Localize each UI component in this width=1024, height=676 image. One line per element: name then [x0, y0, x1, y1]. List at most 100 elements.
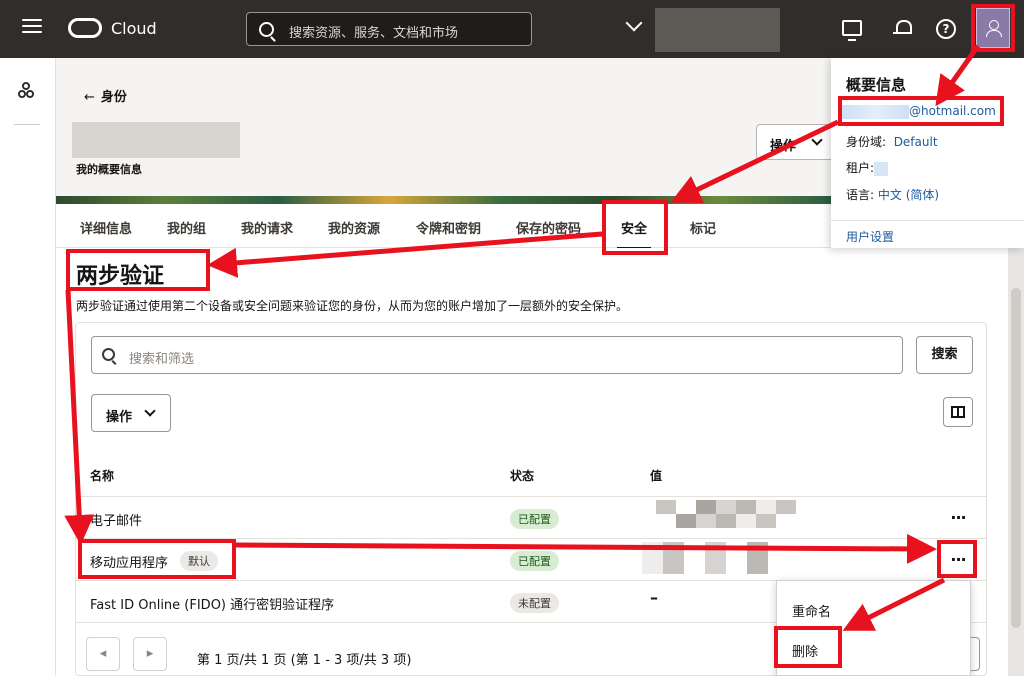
domain-link[interactable]: Default [894, 135, 938, 149]
user-settings-link[interactable]: 用户设置 [846, 228, 894, 245]
mosaic-cell [676, 500, 696, 514]
chevron-down-icon [811, 134, 823, 146]
language-link[interactable]: 中文 (简体) [878, 188, 939, 202]
region-selector-redacted[interactable] [655, 8, 780, 52]
profile-title: 概要信息 [846, 76, 907, 94]
annotation-box-title [66, 249, 210, 291]
mosaic-cell [776, 514, 796, 528]
mosaic-cell [670, 8, 687, 23]
header-actions-label: 操作 [770, 139, 797, 154]
mosaic-cell [686, 22, 702, 38]
kebab-icon[interactable]: ··· [944, 508, 972, 527]
columns-toggle-button[interactable] [943, 397, 973, 427]
mosaic-cell [670, 22, 687, 38]
mosaic-cell [748, 8, 765, 23]
mosaic-cell [756, 500, 776, 514]
profile-domain: 身份域: Default [846, 133, 938, 150]
tab-tokens-keys[interactable]: 令牌和密钥 [416, 218, 481, 237]
search-icon [102, 348, 115, 361]
mosaic-cell [686, 8, 702, 23]
mosaic-cell [696, 500, 716, 514]
tab-my-requests[interactable]: 我的请求 [241, 218, 293, 237]
global-search-placeholder: 搜索资源、服务、文档和市场 [289, 26, 459, 41]
nav-icon[interactable] [18, 82, 38, 102]
mosaic-cell [109, 140, 128, 158]
annotation-box-kebab [937, 540, 977, 578]
mosaic-cell [776, 500, 796, 514]
brand-label[interactable]: Cloud [111, 19, 157, 38]
profile-tenant: 租户: [846, 159, 889, 176]
scrollbar[interactable] [1008, 248, 1024, 676]
actions-button[interactable]: 操作 [91, 394, 171, 432]
mosaic-cell [676, 514, 696, 528]
header-actions-button[interactable]: 操作 [756, 124, 836, 160]
help-icon[interactable]: ? [936, 19, 956, 39]
mosaic-cell [736, 500, 756, 514]
pagination-text: 第 1 页/共 1 页 (第 1 - 3 项/共 3 项) [197, 653, 412, 668]
mosaic-cell [701, 37, 718, 52]
tenant-redacted [874, 161, 889, 176]
mosaic-cell [764, 37, 780, 52]
menu-item-rename[interactable]: 重命名 [792, 601, 831, 620]
status-badge: 已配置 [510, 509, 559, 529]
tab-details[interactable]: 详细信息 [80, 218, 132, 237]
mosaic-cell [764, 22, 780, 38]
back-link-label: 身份 [100, 90, 127, 105]
mosaic-cell [90, 122, 110, 140]
chevron-down-icon[interactable] [625, 14, 643, 32]
hamburger-icon[interactable] [22, 19, 42, 39]
back-link[interactable]: ← 身份 [84, 86, 127, 105]
user-name-redacted [72, 122, 240, 158]
mosaic-cell [736, 514, 756, 528]
annotation-box-security-tab [602, 200, 668, 255]
profile-language: 语言: 中文 (简体) [846, 186, 939, 203]
columns-icon [951, 406, 965, 418]
monitor-icon[interactable] [842, 20, 862, 41]
tab-my-resources[interactable]: 我的资源 [328, 218, 380, 237]
mosaic-cell [90, 140, 110, 158]
mosaic-cell [146, 140, 166, 158]
column-header-value[interactable]: 值 [650, 467, 662, 484]
profile-dropdown: 概要信息 @hotmail.com 身份域: Default 租户: 语言: 中… [831, 58, 1024, 248]
tab-tags[interactable]: 标记 [690, 218, 716, 237]
mosaic-cell [684, 542, 705, 558]
mosaic-cell [716, 500, 736, 514]
mosaic-cell [642, 542, 663, 558]
column-header-name[interactable]: 名称 [90, 467, 114, 484]
filter-input[interactable]: 搜索和筛选 [91, 336, 903, 374]
mosaic-cell [686, 37, 702, 52]
mosaic-cell [726, 542, 747, 558]
row-value: – [650, 588, 658, 607]
chevron-left-icon[interactable]: ◂ [86, 637, 120, 671]
mosaic-cell [733, 8, 749, 23]
mosaic-cell [747, 542, 768, 558]
mosaic-cell [717, 8, 734, 23]
left-nav [0, 58, 56, 676]
mosaic-cell [670, 37, 687, 52]
mosaic-cell [748, 22, 765, 38]
tab-my-groups[interactable]: 我的组 [167, 218, 206, 237]
mosaic-cell [733, 37, 749, 52]
annotation-box-avatar [971, 4, 1015, 52]
mosaic-cell [756, 514, 776, 528]
mosaic-cell [764, 8, 780, 23]
search-button[interactable]: 搜索 [916, 336, 973, 374]
tenant-label: 租户: [846, 161, 875, 175]
global-search-input[interactable]: 搜索资源、服务、文档和市场 [246, 12, 532, 46]
tab-saved-passwords[interactable]: 保存的密码 [516, 218, 581, 237]
actions-button-label: 操作 [106, 410, 133, 425]
mosaic-cell [717, 22, 734, 38]
scrollbar-thumb[interactable] [1011, 288, 1021, 628]
mosaic-cell [663, 558, 684, 574]
oracle-logo-icon[interactable] [68, 18, 102, 38]
mosaic-cell [717, 37, 734, 52]
column-header-status[interactable]: 状态 [510, 467, 534, 484]
mosaic-cell [127, 122, 147, 140]
chevron-right-icon[interactable]: ▸ [133, 637, 167, 671]
mosaic-cell [202, 140, 222, 158]
mosaic-cell [655, 37, 671, 52]
mosaic-cell [221, 140, 240, 158]
status-badge: 已配置 [510, 551, 559, 571]
bell-icon[interactable] [891, 17, 915, 41]
mosaic-cell [733, 22, 749, 38]
